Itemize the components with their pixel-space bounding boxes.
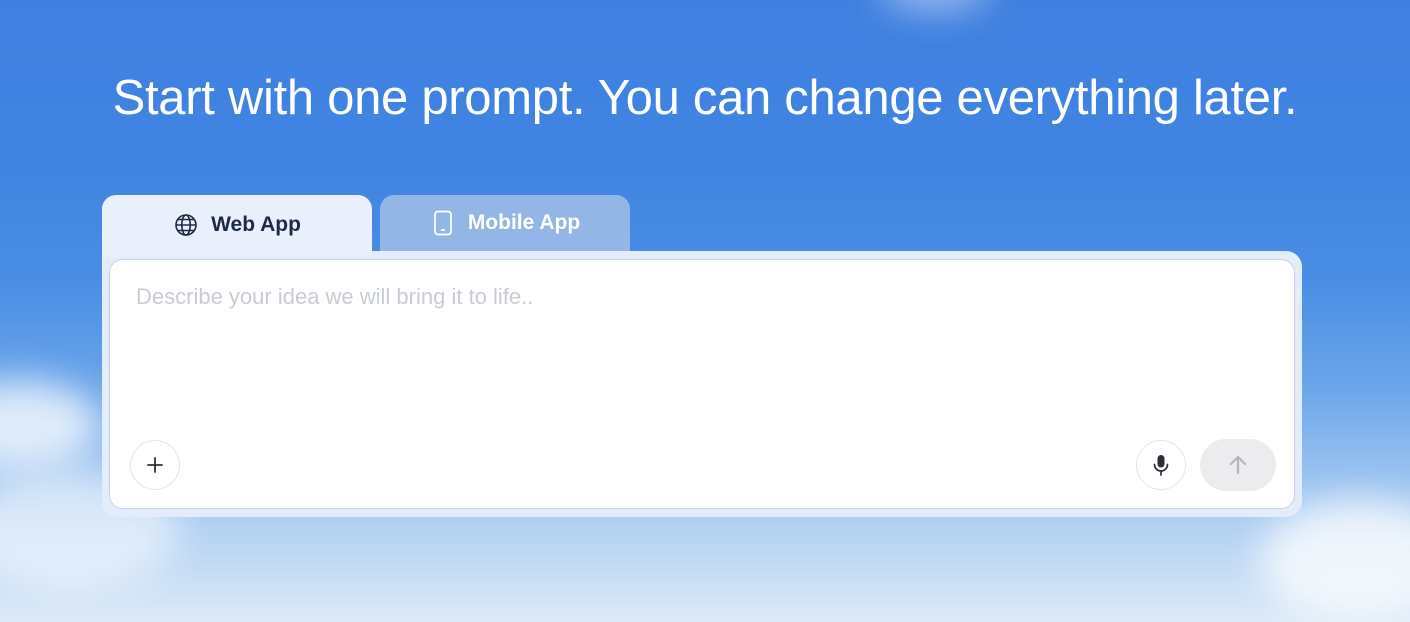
send-button[interactable] [1200,439,1276,491]
cloud-decoration [880,0,990,10]
tab-mobile-app-label: Mobile App [467,210,581,234]
arrow-up-icon [1227,454,1249,476]
globe-icon [173,212,199,238]
prompt-box [109,259,1295,509]
add-attachment-button[interactable] [130,440,180,490]
prompt-input[interactable] [136,284,1256,404]
voice-input-button[interactable] [1136,440,1186,490]
plus-icon [145,455,165,475]
hero-title: Start with one prompt. You can change ev… [112,71,1298,125]
microphone-icon [1151,454,1171,476]
cloud-decoration [0,380,100,470]
prompt-panel [102,251,1302,517]
tab-web-app[interactable]: Web App [102,195,372,257]
mobile-phone-icon [430,210,456,236]
tab-mobile-app[interactable]: Mobile App [380,195,630,252]
cloud-decoration [1260,500,1410,620]
tab-web-app-label: Web App [211,213,301,236]
